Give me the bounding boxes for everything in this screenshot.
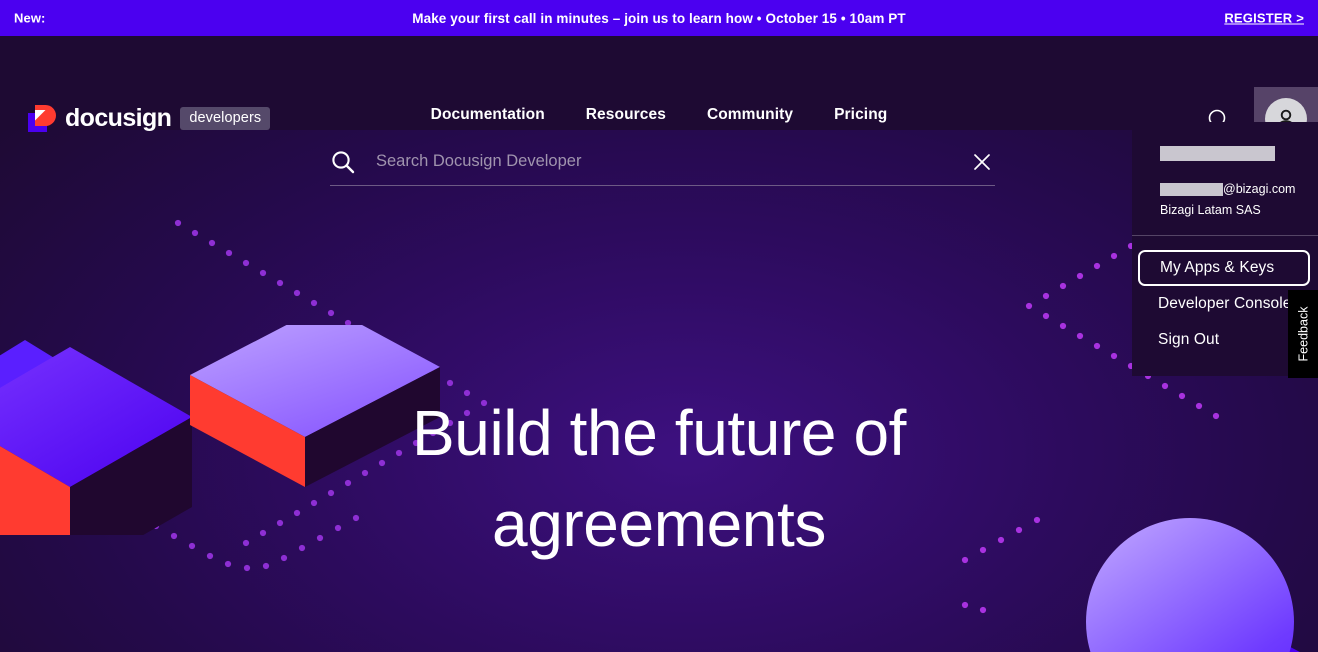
hero-title: Build the future of agreements (0, 388, 1318, 570)
feedback-tab[interactable]: Feedback (1288, 290, 1318, 378)
hero-title-line1: Build the future of (411, 397, 907, 469)
main-navigation: Documentation Resources Community Pricin… (431, 106, 888, 124)
nav-item-resources[interactable]: Resources (586, 106, 666, 124)
user-name-redacted (1160, 146, 1275, 162)
nav-item-documentation[interactable]: Documentation (431, 106, 545, 124)
site-header: docusign developers Documentation Resour… (0, 36, 1318, 151)
nav-item-pricing[interactable]: Pricing (834, 106, 887, 124)
redaction-block-email (1160, 183, 1223, 196)
docusign-logo-icon (28, 104, 56, 133)
nav-item-community[interactable]: Community (707, 106, 793, 124)
promo-new-label: New: (14, 10, 46, 26)
docusign-logo[interactable]: docusign developers (28, 104, 271, 133)
hero-title-line2: agreements (492, 487, 826, 560)
redaction-block-name (1160, 146, 1275, 161)
menu-item-my-apps-and-keys[interactable]: My Apps & Keys (1138, 250, 1310, 286)
promo-register-link[interactable]: REGISTER > (1224, 11, 1304, 26)
page-root: Build the future of agreements Are you s… (0, 0, 1318, 652)
search-icon (330, 149, 356, 175)
user-organization: Bizagi Latam SAS (1160, 203, 1261, 217)
hero-section: Build the future of agreements Are you s… (0, 130, 1318, 652)
promo-message: Make your first call in minutes – join u… (412, 10, 906, 26)
promo-banner: New: Make your first call in minutes – j… (0, 0, 1318, 36)
close-icon[interactable] (969, 149, 995, 175)
logo-wordmark: docusign (65, 104, 172, 132)
user-email: @bizagi.com (1160, 182, 1318, 197)
logo-developers-badge: developers (180, 107, 271, 130)
feedback-tab-label: Feedback (1296, 306, 1310, 362)
user-email-domain: @bizagi.com (1223, 182, 1296, 196)
search-bar (330, 138, 995, 186)
hero-graphics: Build the future of agreements Are you s… (0, 130, 1318, 652)
search-input[interactable] (376, 152, 969, 171)
